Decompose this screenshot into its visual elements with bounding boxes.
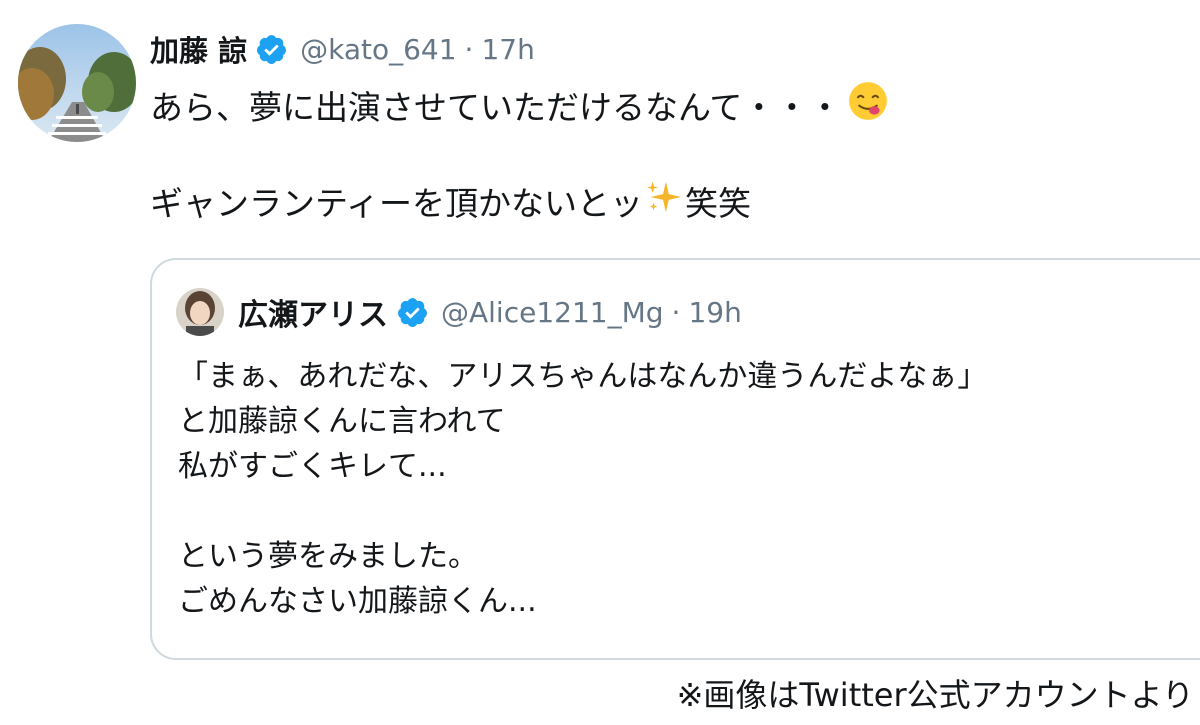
quoted-display-name[interactable]: 広瀬アリス bbox=[238, 290, 388, 334]
display-name[interactable]: 加藤 諒 bbox=[150, 28, 247, 70]
verified-badge-icon bbox=[396, 296, 429, 329]
quoted-tweet-header: 広瀬アリス @Alice1211_Mg · 19h bbox=[176, 286, 742, 338]
image-credit-caption: ※画像はTwitter公式アカウントより bbox=[676, 676, 1194, 714]
tweet-text: あら、夢に出演させていただけるなんて・・・ bbox=[150, 88, 842, 127]
tweet-text-line-1: あら、夢に出演させていただけるなんて・・・ bbox=[150, 82, 889, 128]
quoted-tweet-card[interactable]: 広瀬アリス @Alice1211_Mg · 19h 「まぁ、あれだな、アリスちゃ… bbox=[150, 258, 1200, 660]
tweet-header: 加藤 諒 @kato_641 · 17h bbox=[150, 22, 535, 76]
quoted-text-line: 「まぁ、あれだな、アリスちゃんはなんか違うんだよなぁ」 bbox=[178, 359, 988, 394]
quoted-text-line: という夢をみました。 bbox=[178, 539, 478, 574]
quoted-text-line: ごめんなさい加藤諒くん... bbox=[178, 584, 537, 619]
avatar[interactable] bbox=[18, 24, 136, 142]
tweet: 加藤 諒 @kato_641 · 17h あら、夢に出演させていただけるなんて・… bbox=[0, 0, 1200, 725]
separator-dot: · bbox=[671, 295, 681, 329]
tweet-text: ギャンランティーを頂かないとッ bbox=[150, 184, 644, 223]
sparkles-icon bbox=[645, 178, 683, 224]
quoted-text-line: と加藤諒くんに言われて bbox=[178, 404, 506, 439]
quoted-timestamp[interactable]: 19h bbox=[688, 296, 741, 329]
quoted-text-line: 私がすごくキレて... bbox=[178, 449, 447, 484]
tweet-text-tail: 笑笑 bbox=[685, 184, 752, 223]
savoring-food-face-icon bbox=[847, 80, 889, 130]
verified-badge-icon bbox=[255, 33, 288, 66]
quoted-avatar[interactable] bbox=[176, 288, 224, 336]
tweet-text-line-2: ギャンランティーを頂かないとッ 笑笑 bbox=[150, 178, 751, 224]
quoted-handle[interactable]: @Alice1211_Mg bbox=[441, 296, 664, 329]
separator-dot: · bbox=[464, 32, 474, 66]
timestamp[interactable]: 17h bbox=[481, 33, 534, 66]
handle[interactable]: @kato_641 bbox=[300, 33, 456, 66]
